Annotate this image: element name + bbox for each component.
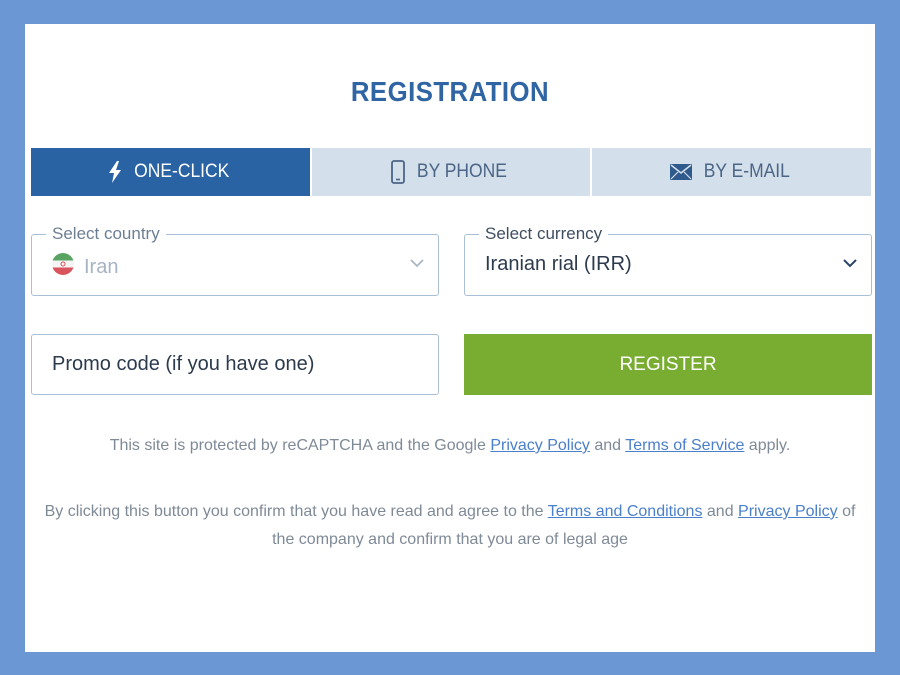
- country-select-value: Iran: [84, 255, 119, 278]
- consent-notice: By clicking this button you confirm that…: [25, 498, 875, 554]
- recaptcha-text-3: apply.: [744, 437, 791, 454]
- page-title: REGISTRATION: [350, 76, 550, 107]
- recaptcha-notice: This site is protected by reCAPTCHA and …: [25, 432, 875, 460]
- chevron-down-icon: [410, 255, 424, 273]
- tab-one-click[interactable]: ONE-CLICK: [31, 148, 310, 196]
- iran-flag-icon: [52, 253, 74, 281]
- currency-select[interactable]: Select currency Iranian rial (IRR): [464, 224, 872, 296]
- currency-select-value: Iranian rial (IRR): [485, 253, 632, 275]
- privacy-policy-link[interactable]: Privacy Policy: [490, 437, 590, 454]
- recaptcha-text-2: and: [589, 437, 626, 454]
- terms-of-service-link[interactable]: Terms of Service: [625, 437, 744, 454]
- envelope-icon: [669, 164, 692, 180]
- recaptcha-text-1: This site is protected by reCAPTCHA and …: [109, 437, 491, 454]
- register-button[interactable]: REGISTER: [464, 334, 872, 395]
- registration-panel: REGISTRATION ONE-CLICK BY PHONE BY E-MAI…: [25, 24, 875, 652]
- country-select-value-wrap: Iran: [52, 253, 118, 281]
- currency-select-label: Select currency: [479, 224, 609, 244]
- lightning-icon: [108, 161, 122, 183]
- phone-icon: [391, 160, 405, 184]
- tab-by-email[interactable]: BY E-MAIL: [592, 148, 872, 196]
- chevron-down-icon: [843, 255, 857, 273]
- consent-text-2: and: [702, 503, 739, 520]
- country-select[interactable]: Select country Iran: [31, 224, 439, 296]
- country-select-label: Select country: [46, 224, 166, 244]
- tab-by-phone[interactable]: BY PHONE: [311, 148, 591, 196]
- consent-privacy-policy-link[interactable]: Privacy Policy: [738, 503, 838, 520]
- tab-by-phone-label: BY PHONE: [416, 161, 508, 182]
- tab-one-click-label: ONE-CLICK: [133, 161, 229, 182]
- registration-tabs: ONE-CLICK BY PHONE BY E-MAIL: [31, 148, 872, 196]
- consent-text-1: By clicking this button you confirm that…: [44, 503, 548, 520]
- promo-code-input[interactable]: [31, 334, 439, 395]
- terms-and-conditions-link[interactable]: Terms and Conditions: [548, 503, 703, 520]
- tab-by-email-label: BY E-MAIL: [703, 161, 790, 182]
